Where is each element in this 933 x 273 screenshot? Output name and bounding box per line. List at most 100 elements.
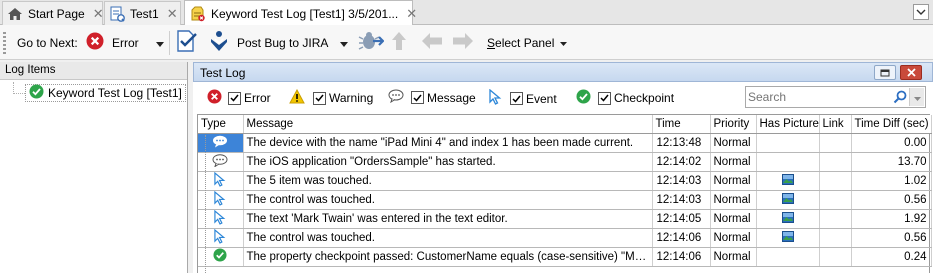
error-icon — [86, 32, 104, 53]
log-item-keyword-test-log[interactable]: Keyword Test Log [Test1] — [25, 84, 186, 102]
test-document-icon — [109, 6, 125, 22]
row-time-diff-cell: 13.70 — [851, 152, 932, 172]
test-log-title: Test Log — [200, 66, 246, 80]
tab-test1[interactable]: Test1 ✕ — [104, 1, 181, 25]
column-header-time-diff[interactable]: Time Diff (sec) — [851, 115, 932, 134]
close-panel-button[interactable] — [900, 65, 922, 80]
tab-label: Test1 — [130, 6, 159, 21]
arrow-right-icon — [452, 32, 474, 53]
column-header-has-picture[interactable]: Has Picture — [756, 115, 820, 134]
tab-label: Start Page — [28, 6, 85, 21]
filter-warning[interactable]: Warning — [289, 88, 374, 107]
row-link-cell — [819, 247, 852, 267]
row-link-cell — [819, 190, 852, 210]
row-has-picture-cell — [756, 228, 820, 248]
test-log-panel: Test Log Error Warning Message Event Che… — [193, 62, 933, 273]
row-link-cell — [819, 133, 852, 153]
chevron-down-icon[interactable] — [340, 36, 349, 50]
column-header-type[interactable]: Type — [198, 115, 244, 134]
checkpoint-icon — [576, 89, 591, 107]
table-row[interactable]: The control was touched. 12:14:03 Normal 0.… — [198, 190, 932, 210]
checked-document-icon — [175, 29, 199, 56]
picture-icon[interactable] — [781, 173, 794, 188]
run-test-button[interactable] — [358, 25, 385, 60]
filter-event[interactable]: Event — [489, 88, 557, 108]
message-icon — [388, 89, 404, 106]
message-icon — [212, 153, 228, 170]
table-header-row: Type Message Time Priority Has Picture L… — [198, 115, 932, 134]
tab-list-dropdown[interactable] — [913, 4, 929, 20]
close-icon[interactable]: ✕ — [406, 7, 417, 20]
event-cursor-icon — [214, 228, 226, 247]
go-to-next-error-button[interactable]: Error — [86, 25, 164, 60]
go-to-next-text: Go to Next: — [17, 35, 78, 50]
arrow-up-icon — [391, 31, 407, 54]
select-panel-menu[interactable]: Select Panel — [487, 25, 568, 60]
row-message-cell: The device with the name "iPad Mini 4" a… — [243, 133, 653, 153]
event-cursor-icon — [214, 190, 226, 209]
error-button-label: Error — [112, 35, 139, 50]
go-to-next-label: Go to Next: — [17, 25, 78, 60]
row-time-diff-cell: 0.56 — [851, 228, 932, 248]
table-row[interactable]: The 5 item was touched. 12:14:03 Normal 1.0… — [198, 171, 932, 191]
column-header-message[interactable]: Message — [243, 115, 653, 134]
filter-checkpoint[interactable]: Checkpoint — [576, 89, 674, 107]
restore-icon — [880, 66, 890, 80]
search-input[interactable] — [748, 89, 888, 105]
document-tab-strip: Start Page ✕ Test1 ✕ Keyword Test Log [T… — [0, 0, 933, 26]
event-cursor-icon — [489, 88, 502, 108]
message-checkbox[interactable] — [411, 91, 424, 104]
table-row[interactable]: The control was touched. 12:14:06 Normal 0.… — [198, 228, 932, 248]
checkpoint-icon — [29, 84, 44, 102]
chevron-down-icon[interactable] — [155, 36, 164, 50]
filter-message[interactable]: Message — [388, 89, 476, 106]
tab-start-page[interactable]: Start Page ✕ — [2, 1, 104, 25]
select-panel-label: elect Panel — [495, 35, 555, 50]
search-options-dropdown[interactable] — [909, 88, 924, 106]
close-icon[interactable]: ✕ — [167, 7, 178, 20]
tree-connector — [205, 135, 206, 273]
filter-label: Warning — [329, 91, 374, 105]
row-message-cell: The text 'Mark Twain' was entered in the… — [243, 209, 653, 229]
toolbar-grip[interactable] — [3, 32, 6, 54]
keyword-log-icon — [189, 6, 206, 22]
search-icon[interactable] — [893, 90, 907, 107]
row-time-diff-cell: 1.02 — [851, 171, 932, 191]
row-priority-cell: Normal — [710, 228, 757, 248]
column-header-priority[interactable]: Priority — [710, 115, 757, 134]
close-icon[interactable]: ✕ — [93, 7, 104, 20]
picture-icon[interactable] — [781, 230, 794, 245]
post-bug-to-jira-button[interactable]: Post Bug to JIRA — [208, 25, 349, 60]
checkpoint-icon — [213, 248, 227, 265]
chevron-down-icon — [560, 38, 568, 48]
checkpoint-checkbox[interactable] — [598, 91, 611, 105]
close-icon — [906, 66, 916, 80]
filter-label: Checkpoint — [614, 91, 675, 105]
row-priority-cell: Normal — [710, 133, 757, 153]
tab-keyword-test-log[interactable]: Keyword Test Log [Test1] 3/5/201... ✕ — [184, 0, 417, 26]
table-row[interactable]: The property checkpoint passed: Customer… — [198, 247, 932, 267]
column-header-link[interactable]: Link — [819, 115, 852, 134]
checkpoint-document-button[interactable] — [175, 25, 199, 60]
event-checkbox[interactable] — [510, 92, 523, 105]
chevron-down-icon — [913, 90, 921, 104]
restore-panel-button[interactable] — [874, 65, 896, 80]
warning-checkbox[interactable] — [313, 91, 326, 105]
table-row[interactable]: The text 'Mark Twain' was entered in the… — [198, 209, 932, 229]
navigate-forward-button — [452, 25, 474, 60]
warning-icon — [289, 88, 305, 107]
error-icon — [207, 89, 222, 107]
table-row[interactable]: The iOS application "OrdersSample" has s… — [198, 152, 932, 172]
column-header-time[interactable]: Time — [652, 115, 711, 134]
picture-icon[interactable] — [781, 192, 794, 207]
navigate-back-button — [421, 25, 443, 60]
row-time-cell: 12:14:02 — [652, 152, 711, 172]
table-row[interactable]: The device with the name "iPad Mini 4" a… — [198, 133, 932, 153]
error-checkbox[interactable] — [228, 91, 241, 105]
filter-error[interactable]: Error — [207, 89, 271, 107]
row-has-picture-cell — [756, 209, 820, 229]
go-to-parent-button — [391, 25, 407, 60]
row-time-diff-cell: 0.56 — [851, 190, 932, 210]
picture-icon[interactable] — [781, 211, 794, 226]
row-message-cell: The iOS application "OrdersSample" has s… — [243, 152, 653, 172]
